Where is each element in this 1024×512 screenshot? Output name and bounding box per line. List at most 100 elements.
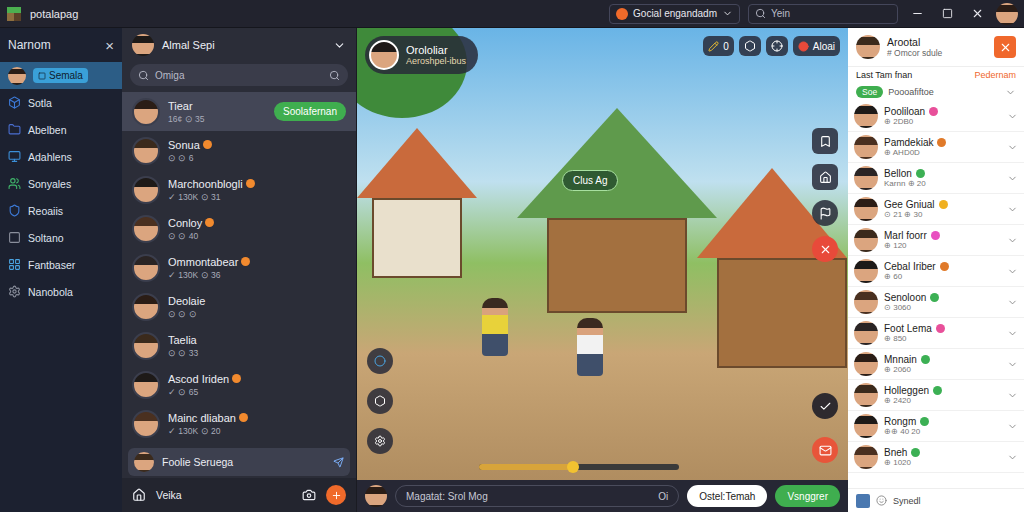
chat-item[interactable]: Taelia⊙ ⊙ 33 <box>122 326 356 365</box>
contact-row[interactable]: Bneh⊕ 1020 <box>848 442 1024 473</box>
pinned-row[interactable]: SoePoooafiftoe <box>848 83 1024 101</box>
user-avatar[interactable] <box>996 3 1018 25</box>
player-name: Orololiar <box>406 44 466 56</box>
item-icon <box>8 177 21 190</box>
contact-row[interactable]: Mnnain⊕ 2060 <box>848 349 1024 380</box>
mail-button[interactable] <box>812 437 838 463</box>
contact-subtext: Karnn ⊕ 20 <box>884 179 1001 188</box>
section-header: Last Tam fnanPedernam <box>848 66 1024 83</box>
contact-row[interactable]: Cebal Iriber⊕ 60 <box>848 256 1024 287</box>
sidebar-item[interactable]: Abelben <box>0 116 122 143</box>
hud-button[interactable] <box>739 36 761 56</box>
chat-item[interactable]: Deolaie⊙ ⊙ ⊙ <box>122 287 356 326</box>
sidebar-close[interactable]: × <box>105 37 114 54</box>
sidebar-item[interactable]: Semala <box>0 62 122 89</box>
contact-row[interactable]: Rongm⊕⊕ 40 20 <box>848 411 1024 442</box>
chat-item[interactable]: Foolie Seruega <box>128 448 350 476</box>
chat-subtext: ✓ 130K ⊙ 31 <box>168 192 346 202</box>
chat-input[interactable]: Magatat: Srol MogOi <box>395 485 679 507</box>
tool-button[interactable] <box>367 428 393 454</box>
maximize-button[interactable] <box>936 3 958 25</box>
avatar <box>132 176 160 204</box>
item-icon <box>8 204 21 217</box>
search-icon <box>138 70 149 81</box>
close-button[interactable] <box>966 3 988 25</box>
chat-name: Ascod Iriden <box>168 373 346 385</box>
chat-item[interactable]: Ommontabear✓ 130K ⊙ 36 <box>122 248 356 287</box>
chevron-down-icon[interactable] <box>333 39 346 52</box>
sidebar-item[interactable]: Sonyales <box>0 170 122 197</box>
hud-alert[interactable]: Aloai <box>793 36 840 56</box>
chat-name: Conloy <box>168 217 346 229</box>
close-button[interactable] <box>994 36 1016 58</box>
right-actions <box>812 393 838 463</box>
action-button[interactable] <box>326 485 346 505</box>
avatar <box>854 197 878 221</box>
chat-search[interactable]: Omiga <box>130 64 348 86</box>
sidebar-item[interactable]: Fantbaser <box>0 251 122 278</box>
tool-button[interactable] <box>367 388 393 414</box>
contact-name: Senoloon <box>884 292 1001 303</box>
avatar <box>854 259 878 283</box>
smile-icon <box>876 495 887 506</box>
chat-item[interactable]: Sonua⊙ ⊙ 6 <box>122 131 356 170</box>
progress-bar[interactable] <box>479 464 679 470</box>
tool-button[interactable] <box>367 348 393 374</box>
avatar <box>854 352 878 376</box>
left-actions <box>367 348 393 454</box>
contact-subtext: ⊕ 120 <box>884 241 1001 250</box>
status-dot <box>929 107 938 116</box>
sidebar-item[interactable]: Soltano <box>0 224 122 251</box>
sidebar-item[interactable]: Sotla <box>0 89 122 116</box>
contact-row[interactable]: BellonKarnn ⊕ 20 <box>848 163 1024 194</box>
hexagon-icon <box>744 40 756 52</box>
chat-item[interactable]: Conloy⊙ ⊙ 40 <box>122 209 356 248</box>
chevron-down-icon <box>1007 452 1018 463</box>
contact-row[interactable]: Senoloon⊙ 3060 <box>848 287 1024 318</box>
contact-subtext: ⊕ 2060 <box>884 365 1001 374</box>
workspace-dropdown[interactable]: Gocial engandadm <box>609 4 740 24</box>
home-icon <box>819 171 832 184</box>
avatar <box>854 445 878 469</box>
primary-button[interactable]: Vsnggrer <box>775 485 840 507</box>
emoji-icon <box>232 374 241 383</box>
status-dot <box>931 231 940 240</box>
contact-row[interactable]: Gee Gniual⊙ 21 ⊕ 30 <box>848 194 1024 225</box>
search-field[interactable]: Yein <box>748 4 898 24</box>
contact-row[interactable]: Marl foorr⊕ 120 <box>848 225 1024 256</box>
sidebar-item[interactable]: Nanobola <box>0 278 122 305</box>
tool-button[interactable] <box>812 128 838 154</box>
chevron-down-icon <box>722 8 733 19</box>
progress-knob[interactable] <box>567 461 579 473</box>
chat-item[interactable]: Marchoonblogli✓ 130K ⊙ 31 <box>122 170 356 209</box>
tool-button[interactable] <box>812 236 838 262</box>
hud-counter[interactable]: 0 <box>703 36 734 56</box>
tool-button[interactable] <box>812 200 838 226</box>
confirm-button[interactable] <box>812 393 838 419</box>
player-card[interactable]: OrololiarAeroshpel-ibus <box>365 36 478 74</box>
tool-button[interactable] <box>812 164 838 190</box>
contact-row[interactable]: Pooliloan⊕ 2DB0 <box>848 101 1024 132</box>
secondary-button[interactable]: Ostel:Temah <box>687 485 767 507</box>
minimize-button[interactable] <box>906 3 928 25</box>
alert-icon <box>798 41 809 52</box>
hud-button[interactable] <box>766 36 788 56</box>
contact-row[interactable]: Foot Lema⊕ 850 <box>848 318 1024 349</box>
chat-subtext: ⊙ ⊙ 33 <box>168 348 346 358</box>
contact-row[interactable]: Pamdekiak⊕ AHD0D <box>848 132 1024 163</box>
chat-item[interactable]: Ascod Iriden✓ ⊙ 65 <box>122 365 356 404</box>
contact-row[interactable]: Holleggen⊕ 2420 <box>848 380 1024 411</box>
chat-item[interactable]: Tiear16¢ ⊙ 35Soolafernan <box>122 92 356 131</box>
close-icon <box>999 41 1012 54</box>
item-icon <box>8 285 21 298</box>
sidebar-item[interactable]: Reoaiis <box>0 197 122 224</box>
avatar <box>854 166 878 190</box>
avatar <box>132 34 154 56</box>
home-icon[interactable] <box>132 488 146 502</box>
chat-tag[interactable]: Soolafernan <box>274 102 346 121</box>
sidebar-item[interactable]: Adahlens <box>0 143 122 170</box>
chat-item[interactable]: Mainc dliaban✓ 130K ⊙ 20 <box>122 404 356 443</box>
camera-icon[interactable] <box>302 488 316 502</box>
status-dot <box>940 262 949 271</box>
section-action[interactable]: Pedernam <box>974 70 1016 80</box>
